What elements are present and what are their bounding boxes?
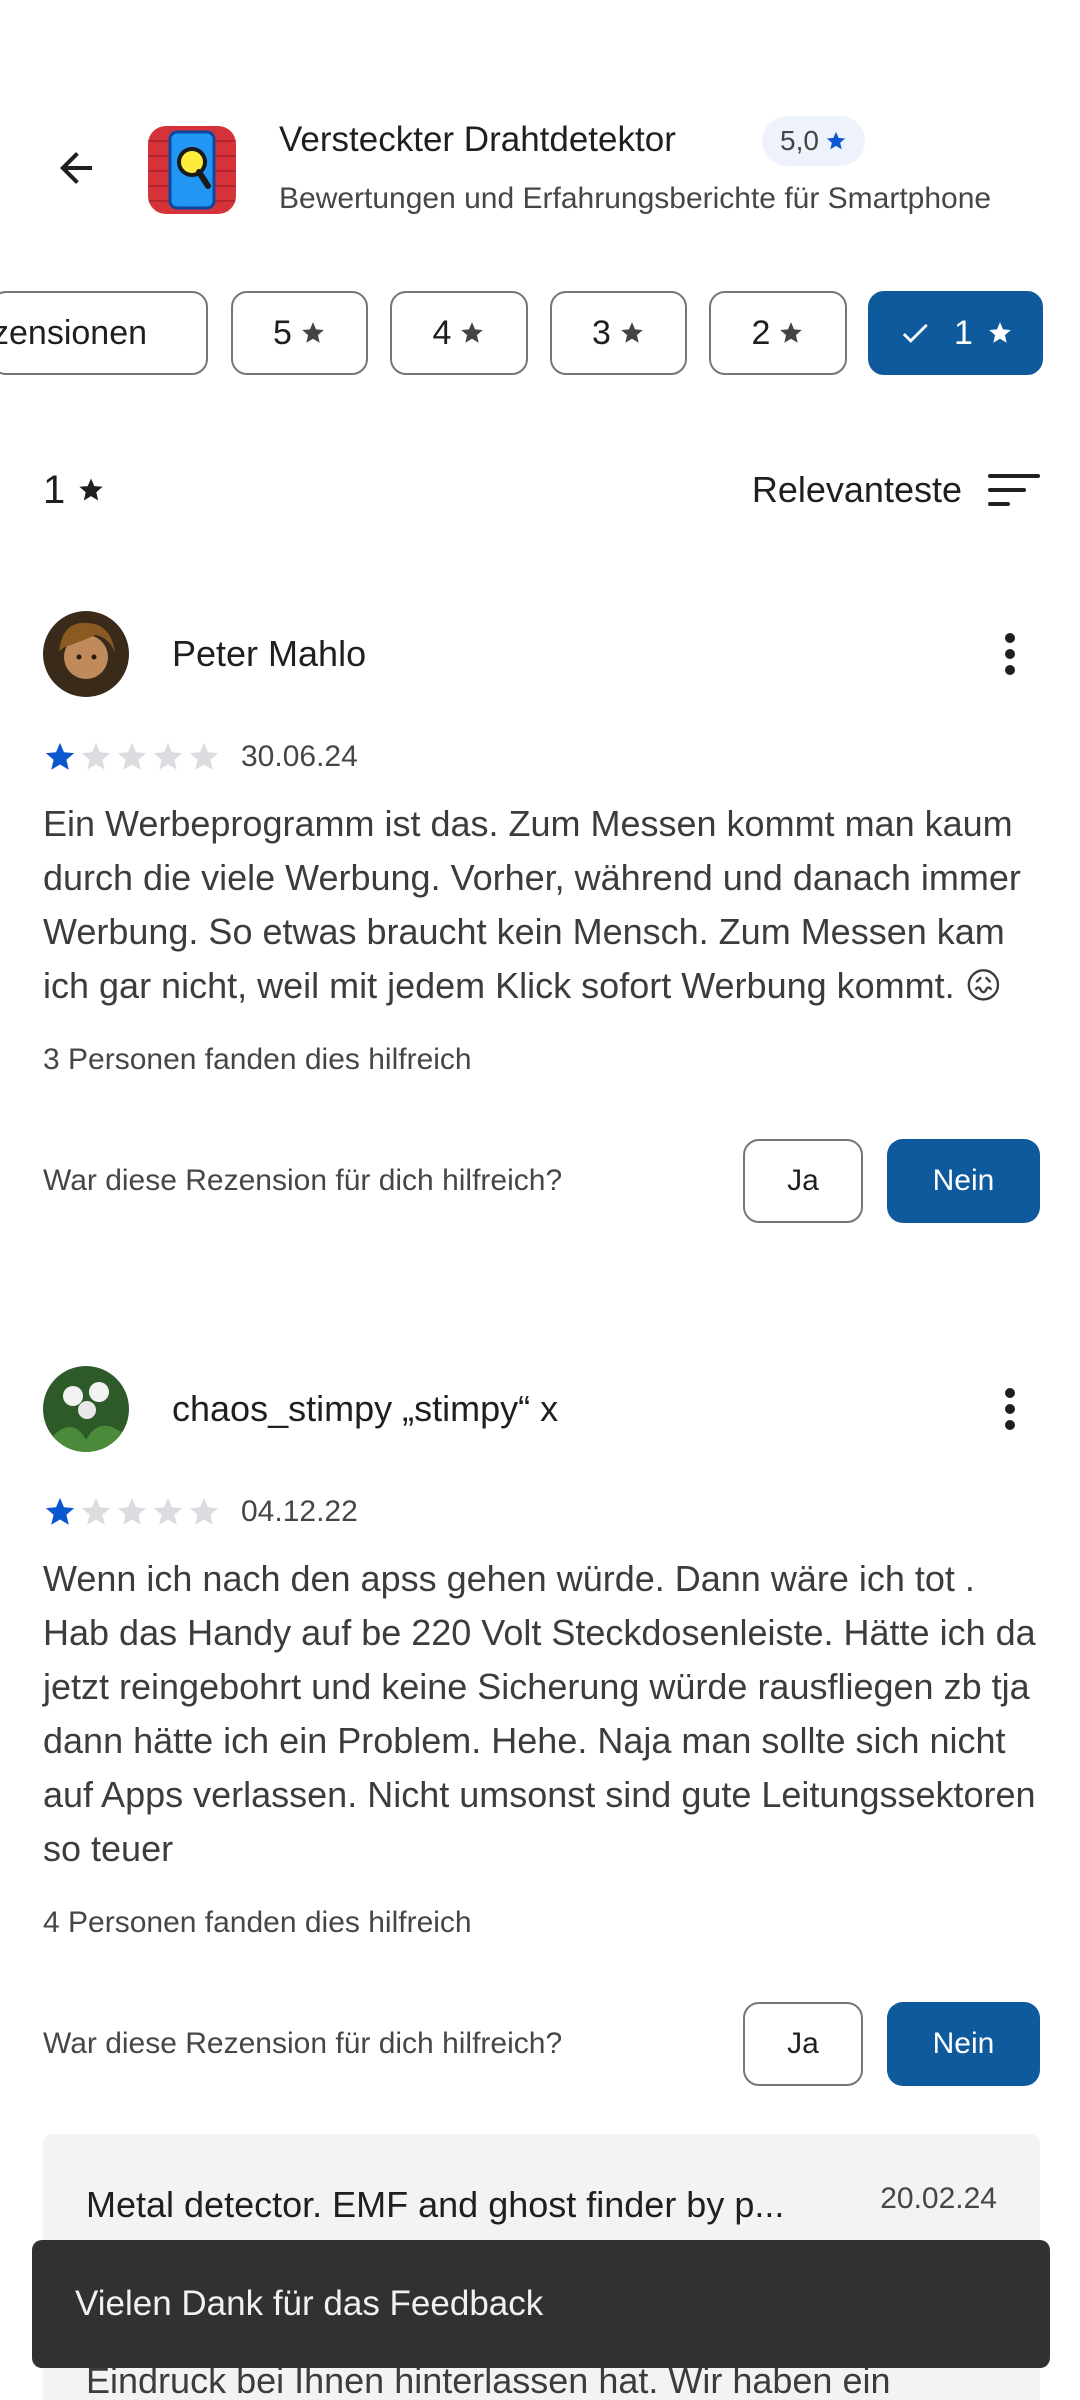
- chip-1-star[interactable]: 1: [868, 291, 1043, 375]
- helpful-no-button[interactable]: Nein: [887, 1139, 1040, 1223]
- active-filter-label: 1: [43, 468, 105, 513]
- star-icon: [826, 131, 846, 150]
- helpful-no-button[interactable]: Nein: [887, 2002, 1040, 2086]
- helpful-question: War diese Rezension für dich hilfreich?: [43, 2027, 563, 2060]
- chip-label: 2: [751, 313, 771, 352]
- star-rating: [43, 740, 221, 774]
- star-empty-icon: [189, 742, 219, 770]
- star-icon: [621, 322, 643, 343]
- reviewer-row: Peter Mahlo: [43, 611, 1040, 697]
- snackbar: Vielen Dank für das Feedback: [32, 2240, 1050, 2368]
- review-card: chaos_stimpy „stimpy“ x 04.12.22 Wenn ic…: [43, 1366, 1040, 2086]
- more-options-button[interactable]: [980, 1379, 1040, 1439]
- review-card: Peter Mahlo 30.06.24 Ein Werbeprogramm i…: [43, 611, 1040, 1223]
- star-empty-icon: [117, 742, 147, 770]
- chip-label: 1: [954, 313, 973, 352]
- star-icon: [302, 322, 324, 343]
- sort-icon: [988, 474, 1040, 506]
- more-options-button[interactable]: [980, 624, 1040, 684]
- star-empty-icon: [81, 1497, 111, 1525]
- reviewer-row: chaos_stimpy „stimpy“ x: [43, 1366, 1040, 1452]
- more-vert-icon: [1005, 1388, 1015, 1430]
- chip-5-stars[interactable]: 5: [231, 291, 368, 375]
- chip-all-reviews[interactable]: zensionen: [0, 291, 208, 375]
- review-date: 30.06.24: [241, 740, 358, 773]
- chip-4-stars[interactable]: 4: [390, 291, 528, 375]
- star-filled-icon: [45, 1497, 75, 1525]
- helpful-count: 4 Personen fanden dies hilfreich: [43, 1906, 472, 1939]
- star-empty-icon: [81, 742, 111, 770]
- reviewer-name: Peter Mahlo: [172, 633, 367, 674]
- star-icon: [989, 322, 1011, 343]
- star-empty-icon: [153, 1497, 183, 1525]
- chip-label: 5: [273, 313, 292, 352]
- developer-name: Metal detector. EMF and ghost finder by …: [86, 2184, 785, 2225]
- chip-label: zensionen: [0, 313, 148, 352]
- star-empty-icon: [189, 1497, 219, 1525]
- chip-2-stars[interactable]: 2: [709, 291, 847, 375]
- arrow-back-icon: [60, 152, 92, 184]
- active-filter-value: 1: [43, 467, 66, 512]
- helpful-yes-button[interactable]: Ja: [743, 2002, 863, 2086]
- sort-button[interactable]: Relevanteste: [752, 469, 1040, 511]
- app-subtitle: Bewertungen und Erfahrungsberichte für S…: [279, 182, 992, 215]
- developer-reply-date: 20.02.24: [880, 2182, 997, 2215]
- star-rating: [43, 1495, 221, 1529]
- reviewer-name: chaos_stimpy „stimpy“ x: [172, 1388, 559, 1429]
- rating-value: 5,0: [780, 125, 819, 156]
- rating-badge: 5,0: [762, 116, 865, 166]
- helpful-question: War diese Rezension für dich hilfreich?: [43, 1164, 563, 1197]
- star-icon: [461, 322, 484, 343]
- rating-row: 30.06.24: [43, 737, 1040, 777]
- star-icon: [780, 322, 803, 343]
- review-text: Ein Werbeprogramm ist das. Zum Messen ko…: [43, 803, 1021, 1006]
- back-button[interactable]: [40, 132, 112, 204]
- rating-row: 04.12.22: [43, 1492, 1040, 1532]
- helpful-yes-button[interactable]: Ja: [743, 1139, 863, 1223]
- review-text: Wenn ich nach den apss gehen würde. Dann…: [43, 1558, 1036, 1869]
- more-vert-icon: [1005, 633, 1015, 675]
- star-filled-icon: [45, 742, 75, 770]
- app-icon: [148, 126, 236, 214]
- chip-3-stars[interactable]: 3: [550, 291, 687, 375]
- snackbar-message: Vielen Dank für das Feedback: [75, 2284, 544, 2323]
- star-empty-icon: [117, 1497, 147, 1525]
- app-header: Versteckter Drahtdetektor 5,0 Bewertunge…: [0, 110, 1080, 230]
- helpful-feedback-row: War diese Rezension für dich hilfreich? …: [43, 1139, 1040, 1223]
- sort-label: Relevanteste: [751, 469, 962, 510]
- avatar: [43, 1366, 129, 1452]
- chip-label: 3: [592, 313, 611, 352]
- rating-filter-chips: zensionen 5 4 3 2 1: [0, 291, 1080, 375]
- avatar: [43, 611, 129, 697]
- helpful-feedback-row: War diese Rezension für dich hilfreich? …: [43, 2002, 1040, 2086]
- filter-sort-row: 1 Relevanteste: [43, 460, 1040, 520]
- helpful-count: 3 Personen fanden dies hilfreich: [43, 1043, 472, 1076]
- star-icon: [79, 478, 103, 501]
- star-empty-icon: [153, 742, 183, 770]
- review-date: 04.12.22: [241, 1495, 358, 1528]
- chip-label: 4: [432, 313, 452, 352]
- app-title: Versteckter Drahtdetektor: [279, 120, 676, 159]
- check-icon: [902, 323, 928, 343]
